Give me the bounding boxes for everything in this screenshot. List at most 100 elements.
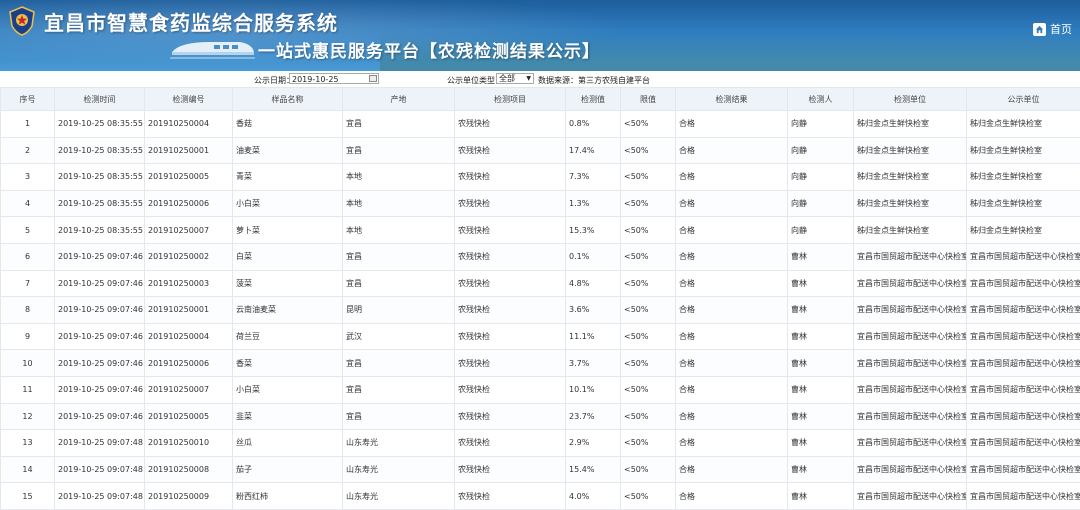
test-unit: 宜昌市国贸超市配送中心快检室 xyxy=(854,297,967,324)
limit-value: <50% xyxy=(621,456,676,483)
inspector: 向静 xyxy=(788,217,854,244)
test-unit: 宜昌市国贸超市配送中心快检室 xyxy=(854,483,967,510)
limit-value: <50% xyxy=(621,323,676,350)
table-row: 82019-10-25 09:07:46201910250001云南油麦菜昆明农… xyxy=(1,297,1080,324)
column-header: 样品名称 xyxy=(233,88,343,111)
inspector: 曹林 xyxy=(788,350,854,377)
sample-name: 白菜 xyxy=(233,243,343,270)
sample-name: 茄子 xyxy=(233,456,343,483)
unit-type-select[interactable]: 全部 ▼ xyxy=(496,73,534,84)
table-row: 122019-10-25 09:07:46201910250005韭菜宜昌农残快… xyxy=(1,403,1080,430)
test-value: 15.4% xyxy=(566,456,621,483)
test-unit: 宜昌市国贸超市配送中心快检室 xyxy=(854,403,967,430)
origin: 武汉 xyxy=(343,323,455,350)
sample-name: 丝瓜 xyxy=(233,430,343,457)
test-value: 7.3% xyxy=(566,164,621,191)
limit-value: <50% xyxy=(621,270,676,297)
date-value: 2019-10-25 xyxy=(292,75,339,84)
publish-unit: 秭归金点生鲜快检室 xyxy=(967,137,1080,164)
column-header: 检测值 xyxy=(566,88,621,111)
row-index: 5 xyxy=(1,217,55,244)
test-time: 2019-10-25 09:07:48 xyxy=(55,430,145,457)
test-result: 合格 xyxy=(676,270,788,297)
calendar-icon[interactable] xyxy=(369,75,377,82)
publish-unit: 宜昌市国贸超市配送中心快检室 xyxy=(967,376,1080,403)
inspector: 曹林 xyxy=(788,323,854,350)
test-value: 2.9% xyxy=(566,430,621,457)
test-item: 农残快检 xyxy=(455,456,566,483)
inspector: 曹林 xyxy=(788,456,854,483)
table-row: 52019-10-25 08:35:55201910250007萝卜菜本地农残快… xyxy=(1,217,1080,244)
test-result: 合格 xyxy=(676,111,788,138)
limit-value: <50% xyxy=(621,297,676,324)
limit-value: <50% xyxy=(621,430,676,457)
table-row: 92019-10-25 09:07:46201910250004荷兰豆武汉农残快… xyxy=(1,323,1080,350)
origin: 本地 xyxy=(343,164,455,191)
test-result: 合格 xyxy=(676,483,788,510)
test-id: 201910250002 xyxy=(145,243,233,270)
table-row: 62019-10-25 09:07:46201910250002白菜宜昌农残快检… xyxy=(1,243,1080,270)
publish-unit: 宜昌市国贸超市配送中心快检室 xyxy=(967,350,1080,377)
test-unit: 宜昌市国贸超市配送中心快检室 xyxy=(854,430,967,457)
home-link[interactable]: 首页 xyxy=(1033,21,1072,37)
test-value: 15.3% xyxy=(566,217,621,244)
limit-value: <50% xyxy=(621,403,676,430)
inspector: 曹林 xyxy=(788,376,854,403)
column-header: 检测编号 xyxy=(145,88,233,111)
origin: 宜昌 xyxy=(343,350,455,377)
origin: 宜昌 xyxy=(343,376,455,403)
table-row: 42019-10-25 08:35:55201910250006小白菜本地农残快… xyxy=(1,190,1080,217)
inspector: 曹林 xyxy=(788,270,854,297)
table-row: 72019-10-25 09:07:46201910250003菠菜宜昌农残快检… xyxy=(1,270,1080,297)
publish-unit: 秭归金点生鲜快检室 xyxy=(967,217,1080,244)
test-unit: 秭归金点生鲜快检室 xyxy=(854,111,967,138)
origin: 昆明 xyxy=(343,297,455,324)
origin: 宜昌 xyxy=(343,243,455,270)
unit-type-label: 公示单位类型： xyxy=(447,75,503,86)
test-result: 合格 xyxy=(676,217,788,244)
home-label: 首页 xyxy=(1050,21,1072,37)
system-title: 宜昌市智慧食药监综合服务系统 xyxy=(44,7,338,36)
limit-value: <50% xyxy=(621,164,676,191)
test-item: 农残快检 xyxy=(455,323,566,350)
train-icon xyxy=(170,36,255,60)
column-header: 序号 xyxy=(1,88,55,111)
test-item: 农残快检 xyxy=(455,111,566,138)
dropdown-arrow-icon: ▼ xyxy=(526,74,531,84)
limit-value: <50% xyxy=(621,111,676,138)
column-header: 公示单位 xyxy=(967,88,1080,111)
table-body: 12019-10-25 08:35:55201910250004香菇宜昌农残快检… xyxy=(1,111,1080,510)
row-index: 14 xyxy=(1,456,55,483)
test-time: 2019-10-25 09:07:46 xyxy=(55,403,145,430)
test-item: 农残快检 xyxy=(455,403,566,430)
test-id: 201910250005 xyxy=(145,164,233,191)
origin: 宜昌 xyxy=(343,137,455,164)
test-value: 1.3% xyxy=(566,190,621,217)
test-unit: 宜昌市国贸超市配送中心快检室 xyxy=(854,323,967,350)
row-index: 6 xyxy=(1,243,55,270)
sample-name: 荷兰豆 xyxy=(233,323,343,350)
sample-name: 油麦菜 xyxy=(233,137,343,164)
test-value: 3.7% xyxy=(566,350,621,377)
publish-unit: 宜昌市国贸超市配送中心快检室 xyxy=(967,243,1080,270)
row-index: 15 xyxy=(1,483,55,510)
test-id: 201910250005 xyxy=(145,403,233,430)
inspector: 曹林 xyxy=(788,297,854,324)
test-id: 201910250006 xyxy=(145,350,233,377)
test-time: 2019-10-25 08:35:55 xyxy=(55,217,145,244)
row-index: 12 xyxy=(1,403,55,430)
test-time: 2019-10-25 09:07:48 xyxy=(55,483,145,510)
test-value: 11.1% xyxy=(566,323,621,350)
date-input[interactable]: 2019-10-25 xyxy=(289,73,379,84)
test-id: 201910250008 xyxy=(145,456,233,483)
test-time: 2019-10-25 09:07:46 xyxy=(55,323,145,350)
test-unit: 秭归金点生鲜快检室 xyxy=(854,217,967,244)
origin: 山东寿光 xyxy=(343,456,455,483)
results-table: 序号 检测时间 检测编号 样品名称 产地 检测项目 检测值 限值 检测结果 检测… xyxy=(0,87,1080,510)
test-time: 2019-10-25 09:07:46 xyxy=(55,243,145,270)
test-id: 201910250006 xyxy=(145,190,233,217)
table-row: 112019-10-25 09:07:46201910250007小白菜宜昌农残… xyxy=(1,376,1080,403)
test-item: 农残快检 xyxy=(455,137,566,164)
test-id: 201910250007 xyxy=(145,217,233,244)
limit-value: <50% xyxy=(621,217,676,244)
